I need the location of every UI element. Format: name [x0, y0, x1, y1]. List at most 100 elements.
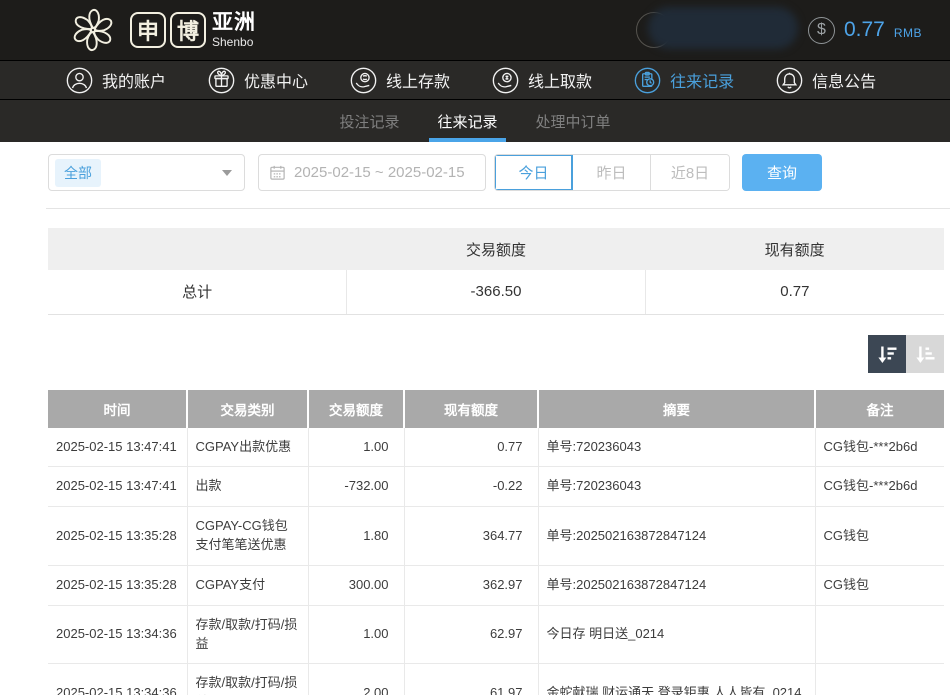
table-row: 2025-02-15 13:34:36 存款/取款/打码/损益 1.00 62.… — [48, 605, 944, 664]
nav-withdraw[interactable]: 线上取款 — [492, 67, 592, 94]
gift-icon — [208, 67, 235, 94]
category-select[interactable]: 全部 — [48, 154, 245, 191]
cell-remark: CG钱包 — [815, 507, 944, 566]
cell-type: CGPAY支付 — [187, 565, 308, 605]
brand-logo[interactable]: 申 博 亚洲 Shenbo — [64, 2, 256, 58]
sort-descending-icon — [875, 342, 899, 366]
logo-name-en: Shenbo — [212, 36, 256, 48]
flower-logo-icon — [64, 2, 122, 58]
table-row: 2025-02-15 13:34:36 存款/取款/打码/损益 2.00 61.… — [48, 664, 944, 695]
table-header-row: 时间 交易类别 交易额度 现有额度 摘要 备注 — [48, 390, 944, 428]
cell-summary: 单号:720236043 — [538, 428, 815, 467]
col-balance: 现有额度 — [404, 390, 538, 428]
cell-amount: 1.00 — [308, 605, 404, 664]
cell-balance: 62.97 — [404, 605, 538, 664]
section-divider — [46, 208, 950, 209]
nav-label: 往来记录 — [670, 68, 734, 92]
category-selected-value: 全部 — [55, 159, 101, 187]
nav-my-account[interactable]: 我的账户 — [66, 67, 166, 94]
records-icon — [634, 67, 661, 94]
cell-remark: CG钱包 — [815, 565, 944, 605]
summary-total-amount: -366.50 — [347, 270, 646, 314]
cell-balance: 362.97 — [404, 565, 538, 605]
record-subtabs: 投注记录 往来记录 处理中订单 — [0, 100, 950, 142]
range-last8days-button[interactable]: 近8日 — [651, 155, 729, 190]
date-range-input[interactable]: 2025-02-15 ~ 2025-02-15 — [258, 154, 486, 191]
table-row: 2025-02-15 13:47:41 出款 -732.00 -0.22 单号:… — [48, 467, 944, 507]
col-amount: 交易额度 — [308, 390, 404, 428]
tab-transaction-records[interactable]: 往来记录 — [433, 100, 501, 142]
cell-balance: 364.77 — [404, 507, 538, 566]
cell-time: 2025-02-15 13:34:36 — [48, 605, 187, 664]
range-yesterday-button[interactable]: 昨日 — [573, 155, 651, 190]
summary-col-balance: 现有额度 — [645, 228, 944, 270]
table-row: 2025-02-15 13:35:28 CGPAY-CG钱包支付笔笔送优惠 1.… — [48, 507, 944, 566]
nav-label: 优惠中心 — [244, 68, 308, 92]
nav-promotions[interactable]: 优惠中心 — [208, 67, 308, 94]
col-remark: 备注 — [815, 390, 944, 428]
tab-pending-orders[interactable]: 处理中订单 — [532, 100, 615, 142]
sort-ascending-icon — [913, 342, 937, 366]
cell-time: 2025-02-15 13:35:28 — [48, 507, 187, 566]
summary-total-label: 总计 — [48, 270, 347, 314]
logo-char-shen: 申 — [130, 12, 166, 48]
summary-col-amount: 交易额度 — [347, 228, 646, 270]
col-type: 交易类别 — [187, 390, 308, 428]
cell-amount: 1.00 — [308, 428, 404, 467]
query-button[interactable]: 查询 — [742, 154, 822, 191]
date-range-value: 2025-02-15 ~ 2025-02-15 — [294, 164, 465, 181]
cell-type: 存款/取款/打码/损益 — [187, 664, 308, 695]
summary-header-row: 交易额度 现有额度 — [48, 228, 944, 270]
balance-display[interactable]: $ 0.77 RMB — [808, 0, 922, 60]
nav-label: 线上取款 — [528, 68, 592, 92]
summary-total-row: 总计 -366.50 0.77 — [48, 270, 944, 314]
cell-type: CGPAY-CG钱包支付笔笔送优惠 — [187, 507, 308, 566]
cell-balance: -0.22 — [404, 467, 538, 507]
col-summary: 摘要 — [538, 390, 815, 428]
chevron-down-icon — [222, 170, 232, 176]
summary-table: 交易额度 现有额度 总计 -366.50 0.77 — [48, 228, 944, 315]
col-time: 时间 — [48, 390, 187, 428]
user-icon — [66, 67, 93, 94]
cell-remark — [815, 664, 944, 695]
cell-summary: 单号:202502163872847124 — [538, 565, 815, 605]
cell-remark — [815, 605, 944, 664]
balance-currency: RMB — [894, 26, 922, 40]
table-row: 2025-02-15 13:47:41 CGPAY出款优惠 1.00 0.77 … — [48, 428, 944, 467]
cell-time: 2025-02-15 13:35:28 — [48, 565, 187, 605]
sort-descending-button[interactable] — [868, 335, 906, 373]
cell-remark: CG钱包-***2b6d — [815, 467, 944, 507]
bell-icon — [776, 67, 803, 94]
cell-balance: 0.77 — [404, 428, 538, 467]
nav-deposit[interactable]: 线上存款 — [350, 67, 450, 94]
cell-amount: 2.00 — [308, 664, 404, 695]
summary-col-blank — [48, 228, 347, 270]
quick-range-group: 今日 昨日 近8日 — [494, 154, 730, 191]
cell-amount: 1.80 — [308, 507, 404, 566]
cell-summary: 金蛇献瑞 财运通天 登录钜惠 人人皆有_0214 — [538, 664, 815, 695]
balance-amount: 0.77 — [844, 18, 885, 42]
top-header: 申 博 亚洲 Shenbo $ 0.77 RMB — [0, 0, 950, 60]
cell-amount: 300.00 — [308, 565, 404, 605]
withdraw-icon — [492, 67, 519, 94]
nav-announcements[interactable]: 信息公告 — [776, 67, 876, 94]
transactions-table: 时间 交易类别 交易额度 现有额度 摘要 备注 2025-02-15 13:47… — [48, 390, 944, 695]
cell-time: 2025-02-15 13:34:36 — [48, 664, 187, 695]
cell-time: 2025-02-15 13:47:41 — [48, 467, 187, 507]
cell-balance: 61.97 — [404, 664, 538, 695]
logo-char-bo: 博 — [170, 12, 206, 48]
main-nav: 我的账户 优惠中心 线上存款 线上取款 往来记录 — [0, 60, 950, 100]
redacted-username — [648, 7, 798, 49]
tab-betting-records[interactable]: 投注记录 — [335, 100, 403, 142]
deposit-icon — [350, 67, 377, 94]
cell-summary: 今日存 明日送_0214 — [538, 605, 815, 664]
nav-records[interactable]: 往来记录 — [634, 67, 734, 94]
dollar-coin-icon: $ — [808, 17, 835, 44]
nav-label: 我的账户 — [102, 68, 166, 92]
cell-type: 出款 — [187, 467, 308, 507]
sort-ascending-button[interactable] — [906, 335, 944, 373]
summary-total-balance: 0.77 — [645, 270, 944, 314]
range-today-button[interactable]: 今日 — [495, 155, 573, 190]
logo-region: 亚洲 — [212, 12, 256, 33]
cell-amount: -732.00 — [308, 467, 404, 507]
